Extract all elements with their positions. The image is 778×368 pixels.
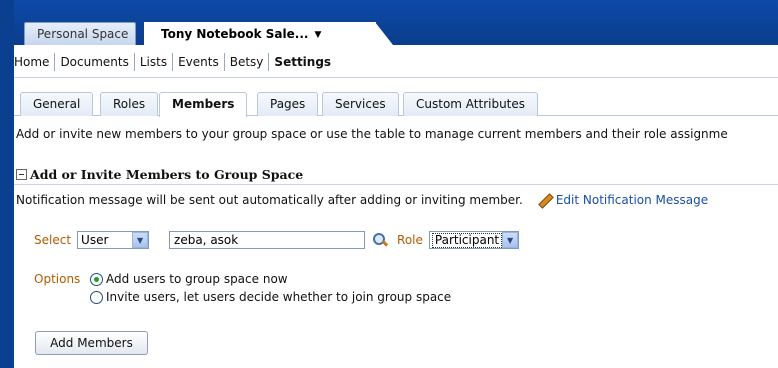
nav-item-settings[interactable]: Settings [269, 53, 336, 71]
add-members-button[interactable]: Add Members [35, 331, 148, 355]
nav-item-lists[interactable]: Lists [135, 53, 174, 71]
section-divider [14, 184, 778, 185]
radio-invite[interactable] [90, 290, 103, 304]
member-select-row: Select User ▼ Role Participant ▼ [34, 230, 519, 250]
collapse-icon[interactable] [16, 168, 27, 180]
tab-services[interactable]: Services [322, 92, 399, 116]
users-input[interactable] [169, 231, 366, 249]
role-select[interactable]: Participant ▼ [428, 231, 519, 249]
members-intro-text: Add or invite new members to your group … [16, 127, 728, 141]
select-label: Select [34, 233, 72, 247]
page: Personal Space Tony Notebook Sale... ▼ Ho… [14, 0, 778, 368]
member-type-value: User [81, 233, 109, 247]
tab-members[interactable]: Members [159, 92, 248, 117]
option-invite-label: Invite users, let users decide whether t… [106, 290, 452, 304]
options-label: Options [34, 272, 81, 286]
nav-item-home[interactable]: Home [14, 53, 56, 71]
pencil-icon[interactable] [537, 192, 553, 208]
member-type-select[interactable]: User ▼ [77, 231, 150, 249]
add-invite-section-header[interactable]: Add or Invite Members to Group Space [16, 165, 303, 183]
radio-add-now[interactable] [90, 272, 103, 286]
section-title: Add or Invite Members to Group Space [30, 166, 304, 182]
option-invite[interactable]: Invite users, let users decide whether t… [90, 289, 451, 305]
settings-tab-bar: General Roles Members Pages Services Cus… [14, 90, 778, 117]
search-icon[interactable] [371, 231, 389, 249]
tab-personal-space-label: Personal Space [37, 27, 129, 41]
option-add-now-label: Add users to group space now [106, 272, 288, 286]
notification-text: Notification message will be sent out au… [16, 193, 523, 207]
group-space-nav: Home Documents Lists Events Betsy Settin… [14, 45, 778, 78]
chevron-down-icon[interactable]: ▼ [502, 232, 518, 248]
role-value: Participant [431, 232, 503, 248]
nav-item-betsy[interactable]: Betsy [225, 53, 270, 71]
nav-item-documents[interactable]: Documents [55, 53, 135, 71]
tab-custom-attributes[interactable]: Custom Attributes [403, 92, 539, 116]
chevron-down-icon[interactable]: ▼ [132, 232, 149, 248]
tab-active-group-space[interactable]: Tony Notebook Sale... ▼ [144, 22, 393, 46]
option-add-now[interactable]: Add users to group space now [90, 271, 288, 287]
notification-row: Notification message will be sent out au… [16, 192, 708, 208]
tab-pages[interactable]: Pages [257, 92, 319, 116]
tab-active-group-space-label: Tony Notebook Sale... [161, 27, 309, 41]
tab-roles[interactable]: Roles [100, 92, 159, 116]
tab-personal-space[interactable]: Personal Space [24, 22, 136, 45]
nav-item-events[interactable]: Events [173, 53, 225, 71]
chevron-down-icon[interactable]: ▼ [314, 24, 321, 46]
edit-notification-link[interactable]: Edit Notification Message [556, 193, 708, 207]
tab-general[interactable]: General [20, 92, 94, 116]
group-space-tab-bar: Personal Space Tony Notebook Sale... ▼ [14, 0, 778, 45]
left-frame-bar [0, 0, 14, 368]
role-label: Role [397, 233, 423, 247]
